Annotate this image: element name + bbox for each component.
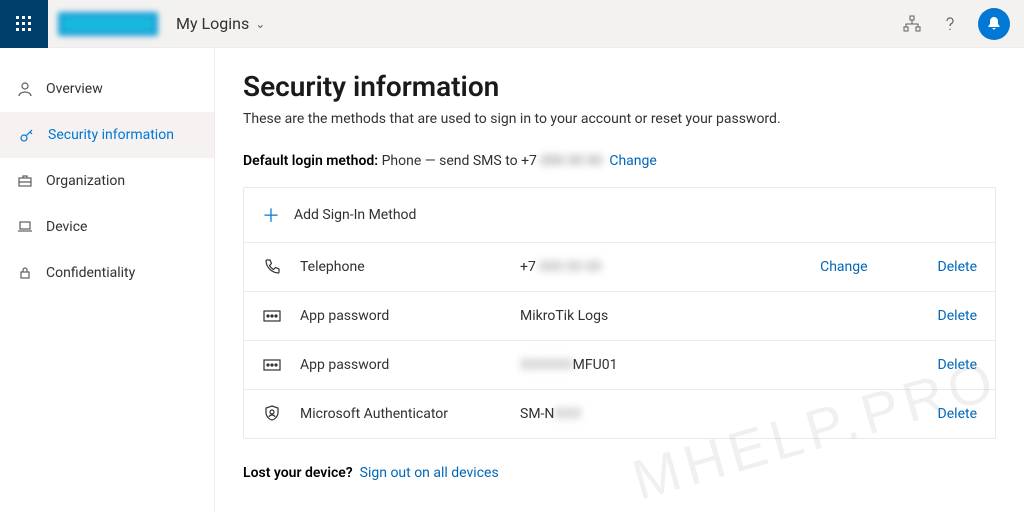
change-default-link[interactable]: Change	[609, 153, 656, 169]
default-login-value-prefix: Phone — send SMS to +7	[382, 153, 541, 169]
add-signin-method[interactable]: ＋ Add Sign-In Method	[244, 188, 995, 243]
page-subtitle: These are the methods that are used to s…	[243, 111, 996, 127]
page-heading: Security information	[243, 70, 996, 103]
delete-link[interactable]: Delete	[938, 259, 977, 275]
page-title-dropdown[interactable]: My Logins ⌄	[176, 14, 265, 33]
bell-icon	[986, 16, 1002, 32]
sidebar-item-label: Device	[46, 219, 87, 235]
delete-link[interactable]: Delete	[938, 357, 977, 373]
phone-icon	[262, 257, 282, 277]
authenticator-icon	[262, 404, 282, 424]
top-bar: My Logins ⌄	[0, 0, 1024, 48]
header-title: My Logins	[176, 14, 249, 33]
lost-device-label: Lost your device?	[243, 465, 353, 481]
method-name: App password	[300, 357, 520, 373]
method-name: Microsoft Authenticator	[300, 406, 520, 422]
sign-out-all-link[interactable]: Sign out on all devices	[360, 465, 499, 481]
sidebar-item-label: Overview	[46, 81, 103, 97]
add-method-label: Add Sign-In Method	[294, 207, 416, 223]
method-value: +7 000 00 00	[520, 259, 737, 275]
notifications-bell[interactable]	[978, 8, 1010, 40]
password-icon	[262, 306, 282, 326]
method-row-telephone: Telephone +7 000 00 00 Change Delete	[244, 243, 995, 292]
plus-icon: ＋	[262, 202, 280, 228]
methods-card: ＋ Add Sign-In Method Telephone +7 000 00…	[243, 187, 996, 439]
laptop-icon	[16, 218, 34, 236]
sidebar-item-label: Security information	[48, 127, 174, 143]
method-row-authenticator: Microsoft Authenticator SM-NXXX Delete	[244, 390, 995, 438]
default-login-value-masked: 000 00 00	[540, 153, 602, 169]
briefcase-icon	[16, 172, 34, 190]
person-icon	[16, 80, 34, 98]
lost-device-row: Lost your device? Sign out on all device…	[243, 465, 996, 481]
sidebar-item-device[interactable]: Device	[0, 204, 214, 250]
sidebar-item-security[interactable]: Security information	[0, 112, 214, 158]
topbar-actions	[902, 8, 1024, 40]
waffle-icon	[16, 16, 32, 32]
lock-icon	[16, 264, 34, 282]
sidebar-item-organization[interactable]: Organization	[0, 158, 214, 204]
method-row-apppassword-1: App password MikroTik Logs Delete	[244, 292, 995, 341]
change-link[interactable]: Change	[820, 259, 867, 275]
app-launcher-waffle[interactable]	[0, 0, 48, 48]
delete-link[interactable]: Delete	[938, 406, 977, 422]
sidebar-item-label: Confidentiality	[46, 265, 135, 281]
method-value: MikroTik Logs	[520, 308, 737, 324]
method-name: Telephone	[300, 259, 520, 275]
delete-link[interactable]: Delete	[938, 308, 977, 324]
key-icon	[18, 126, 36, 144]
chevron-down-icon: ⌄	[255, 17, 265, 31]
password-icon	[262, 355, 282, 375]
sidebar: Overview Security information Organizati…	[0, 48, 215, 512]
sidebar-item-overview[interactable]: Overview	[0, 66, 214, 112]
tenant-logo-redacted	[58, 12, 158, 36]
method-value: XXXXXXMFU01	[520, 357, 737, 373]
org-chart-icon[interactable]	[902, 14, 922, 34]
main-content: Security information These are the metho…	[215, 48, 1024, 512]
default-login-row: Default login method: Phone — send SMS t…	[243, 153, 996, 169]
default-login-label: Default login method:	[243, 153, 378, 169]
sidebar-item-label: Organization	[46, 173, 125, 189]
method-name: App password	[300, 308, 520, 324]
method-row-apppassword-2: App password XXXXXXMFU01 Delete	[244, 341, 995, 390]
help-icon[interactable]	[940, 14, 960, 34]
sidebar-item-confidentiality[interactable]: Confidentiality	[0, 250, 214, 296]
method-value: SM-NXXX	[520, 406, 737, 422]
